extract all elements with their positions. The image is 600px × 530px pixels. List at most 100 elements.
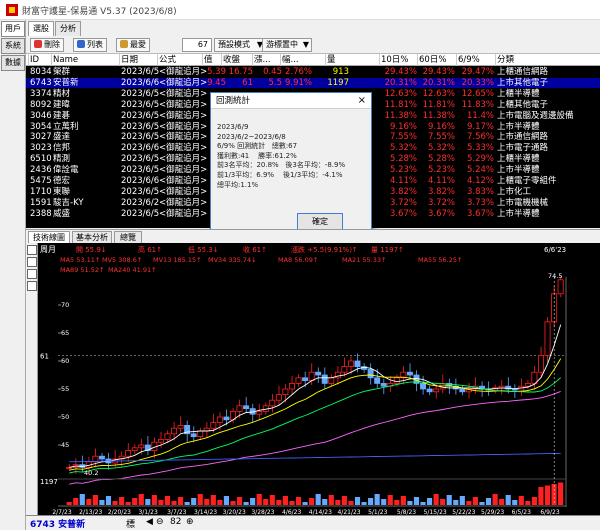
- y-tick-label: 70: [61, 301, 69, 309]
- table-cell: 2023/6/5: [121, 110, 160, 121]
- ok-button[interactable]: 確定: [297, 213, 343, 230]
- table-row[interactable]: 8034 榮群 2023/6/5 <御龍追月> 5.39 16.75 0.45 2.76% 91…: [26, 67, 600, 78]
- left-tab-data[interactable]: 數據: [1, 55, 25, 71]
- column-header[interactable]: 漲...: [252, 54, 271, 66]
- position-select[interactable]: 游標置中 ▼: [262, 38, 312, 52]
- volume-bar: [223, 496, 230, 505]
- table-cell: 2023/6/2: [121, 197, 160, 208]
- table-cell: 11.81%: [422, 99, 455, 110]
- tool-icon[interactable]: [27, 257, 37, 267]
- count-field[interactable]: 67: [182, 38, 212, 52]
- left-tab-system[interactable]: 系統: [1, 38, 25, 54]
- column-header[interactable]: 日期: [119, 54, 138, 66]
- candle-body: [406, 371, 413, 376]
- volume-bar: [466, 501, 472, 505]
- volume-bar: [197, 494, 203, 505]
- tool-icon[interactable]: [27, 269, 37, 279]
- candle-body: [341, 366, 348, 373]
- candle-body: [66, 466, 73, 469]
- candle-body: [98, 455, 105, 460]
- table-cell: 3023: [30, 143, 52, 154]
- table-cell: 3.67%: [466, 208, 494, 219]
- table-cell: <御龍追月>: [159, 197, 208, 208]
- favorite-button[interactable]: 最愛: [116, 38, 150, 52]
- table-cell: <御龍追月>: [159, 143, 208, 154]
- table-cell: 11.38%: [384, 110, 417, 121]
- table-cell: 2388: [30, 208, 52, 219]
- y-tick-label: 55: [61, 385, 69, 393]
- y-tick-label: 45: [61, 441, 69, 449]
- chart-tab-bar: 技術線圖 基本分析 總覽: [26, 229, 600, 244]
- column-header[interactable]: 公式: [157, 54, 176, 66]
- candle-body: [131, 447, 138, 452]
- column-header[interactable]: 分類: [495, 54, 514, 66]
- tab-analysis[interactable]: 分析: [55, 21, 81, 36]
- column-header[interactable]: 量: [325, 54, 336, 66]
- table-cell: 5.23%: [427, 165, 455, 176]
- zoom-out-magnifier-icon[interactable]: ⊖: [156, 517, 164, 527]
- column-header[interactable]: 幅...: [280, 54, 299, 66]
- volume-bar: [525, 501, 531, 505]
- column-header[interactable]: 收盤: [221, 54, 240, 66]
- table-cell: 上市化工: [497, 186, 532, 197]
- tab-stock-picker[interactable]: 選股: [28, 21, 54, 36]
- table-cell: 6510: [30, 154, 52, 165]
- table-cell: 3054: [30, 121, 52, 132]
- volume-bar: [433, 494, 439, 505]
- list-button[interactable]: 列表: [73, 38, 107, 52]
- table-cell: <御龍追月>: [159, 88, 208, 99]
- volume-bar: [440, 499, 446, 505]
- table-cell: <御龍追月>: [159, 186, 208, 197]
- column-header[interactable]: 10日%: [379, 54, 408, 66]
- volume-bar: [341, 496, 347, 505]
- table-cell: 2023/6/5: [121, 208, 160, 219]
- ma-info: MA8 56.09↑: [278, 256, 318, 264]
- delete-button[interactable]: 刪除: [30, 38, 64, 52]
- mode-select[interactable]: 預設模式 ▼: [214, 38, 266, 52]
- zoom-in-icon[interactable]: ⊕: [186, 517, 194, 527]
- tool-icon[interactable]: [27, 281, 37, 291]
- column-header[interactable]: ID: [28, 54, 39, 66]
- table-cell: 2023/6/5: [121, 88, 160, 99]
- table-cell: 5.32%: [389, 143, 417, 154]
- close-icon[interactable]: ×: [358, 94, 366, 108]
- table-cell: <御龍追月>: [159, 121, 208, 132]
- price-info: 低 55.3↓: [188, 245, 219, 254]
- volume-bar: [79, 494, 85, 505]
- table-cell: <御龍追月>: [159, 132, 208, 143]
- volume-bar: [289, 501, 295, 505]
- table-cell: 2023/6/5: [121, 99, 160, 110]
- table-row[interactable]: 6743 安普新 2023/6/6 <御龍追月> 9.45 61 5.5 9.91% 1197 2…: [26, 77, 600, 89]
- table-cell: 德宏: [53, 176, 71, 186]
- mark-label[interactable]: 標: [126, 517, 135, 530]
- volume-bar: [302, 502, 308, 505]
- table-cell: 上市半導體: [497, 208, 540, 219]
- zoom-out-icon[interactable]: ◀: [146, 517, 153, 527]
- table-cell: 安普新: [53, 77, 79, 88]
- table-cell: 2023/6/5: [121, 132, 160, 143]
- candlestick-chart[interactable]: 周月 開 55.9↓ 高 61↑ 低 55.3↓ 收 61↑ 漲跌 +5.5(9.91%)…: [38, 243, 600, 515]
- table-cell: 3027: [30, 132, 52, 143]
- volume-bar: [243, 502, 249, 505]
- column-header[interactable]: 60日%: [417, 54, 446, 66]
- ma-info: MA89 51.52↑: [60, 266, 104, 274]
- tool-icon[interactable]: [27, 245, 37, 255]
- table-cell: <御龍追月>: [159, 154, 208, 165]
- candle-body: [125, 450, 132, 457]
- table-cell: 9.16%: [427, 121, 455, 132]
- volume-bar: [119, 497, 125, 505]
- column-header[interactable]: 6/9%: [456, 54, 480, 66]
- volume-bar: [282, 496, 288, 505]
- column-header[interactable]: 值: [202, 54, 213, 66]
- zoom-level[interactable]: 82: [170, 517, 181, 527]
- left-tab-user[interactable]: 用戶: [1, 21, 25, 37]
- table-cell: 2023/6/6: [121, 143, 160, 154]
- column-header[interactable]: Name: [51, 54, 78, 66]
- candle-body: [288, 382, 295, 390]
- candle-body: [380, 382, 387, 387]
- candle-body: [537, 355, 544, 373]
- volume-bar: [558, 482, 564, 505]
- candle-body: [315, 371, 322, 376]
- ma-info: MA5 53.11↑: [60, 256, 100, 264]
- table-cell: 5.23%: [389, 165, 417, 176]
